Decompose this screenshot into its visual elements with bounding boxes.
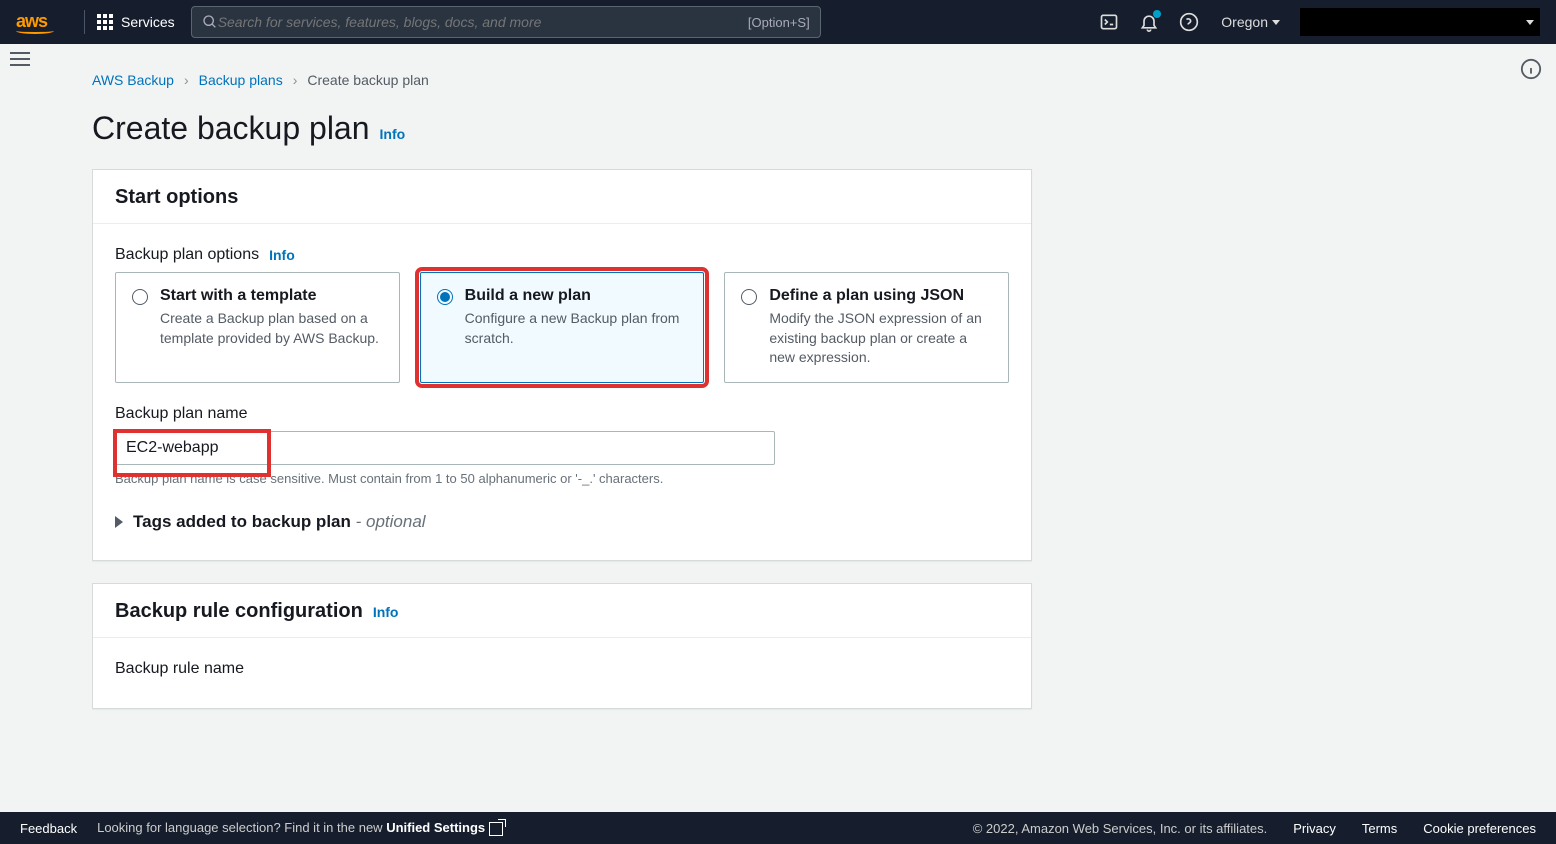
privacy-link[interactable]: Privacy <box>1293 821 1336 836</box>
triangle-right-icon <box>115 516 123 528</box>
option-title: Start with a template <box>160 287 383 305</box>
start-options-heading: Start options <box>115 186 1009 209</box>
breadcrumb-current: Create backup plan <box>307 72 428 88</box>
panel-header: Start options <box>93 170 1031 224</box>
grid-icon <box>97 14 113 30</box>
cloudshell-icon[interactable] <box>1099 12 1119 32</box>
search-box[interactable]: [Option+S] <box>191 6 821 38</box>
panel-header: Backup rule configuration Info <box>93 584 1031 638</box>
notification-dot <box>1153 10 1161 18</box>
breadcrumb-plans[interactable]: Backup plans <box>199 72 283 88</box>
external-link-icon <box>489 822 503 836</box>
page-title: Create backup plan Info <box>92 110 1496 147</box>
sidebar-toggle[interactable] <box>10 58 30 60</box>
option-desc: Modify the JSON expression of an existin… <box>769 309 992 368</box>
option-build-new[interactable]: Build a new plan Configure a new Backup … <box>420 272 705 383</box>
option-json[interactable]: Define a plan using JSON Modify the JSON… <box>724 272 1009 383</box>
option-template[interactable]: Start with a template Create a Backup pl… <box>115 272 400 383</box>
radio-icon <box>437 289 453 305</box>
help-icon[interactable] <box>1179 12 1199 32</box>
page-content: AWS Backup › Backup plans › Create backu… <box>92 72 1496 812</box>
terms-link[interactable]: Terms <box>1362 821 1397 836</box>
plan-name-label: Backup plan name <box>115 405 1009 423</box>
info-link[interactable]: Info <box>373 604 399 620</box>
info-link[interactable]: Info <box>269 247 295 263</box>
account-menu[interactable] <box>1300 8 1540 36</box>
chevron-down-icon <box>1526 20 1534 25</box>
rule-config-heading: Backup rule configuration <box>115 600 363 623</box>
footer: Feedback Looking for language selection?… <box>0 812 1556 844</box>
search-shortcut: [Option+S] <box>748 15 810 30</box>
backup-plan-options-label: Backup plan options <box>115 246 259 264</box>
breadcrumb-root[interactable]: AWS Backup <box>92 72 174 88</box>
services-label: Services <box>121 14 175 30</box>
nav-divider <box>84 10 85 34</box>
copyright: © 2022, Amazon Web Services, Inc. or its… <box>973 821 1268 836</box>
rule-config-panel: Backup rule configuration Info Backup ru… <box>92 583 1032 709</box>
search-icon <box>202 14 218 30</box>
chevron-right-icon: › <box>184 72 189 88</box>
plan-name-hint: Backup plan name is case sensitive. Must… <box>115 471 1009 486</box>
breadcrumb: AWS Backup › Backup plans › Create backu… <box>92 72 1496 88</box>
footer-lang-prompt: Looking for language selection? Find it … <box>97 820 503 836</box>
feedback-link[interactable]: Feedback <box>20 821 77 836</box>
tags-expander[interactable]: Tags added to backup plan - optional <box>115 512 1009 532</box>
search-input[interactable] <box>218 14 748 30</box>
option-desc: Create a Backup plan based on a template… <box>160 309 383 348</box>
hamburger-icon <box>10 58 30 60</box>
chevron-right-icon: › <box>293 72 298 88</box>
cookies-link[interactable]: Cookie preferences <box>1423 821 1536 836</box>
radio-icon <box>132 289 148 305</box>
plan-name-input[interactable] <box>115 431 775 465</box>
option-title: Define a plan using JSON <box>769 287 992 305</box>
notifications-icon[interactable] <box>1139 12 1159 32</box>
option-desc: Configure a new Backup plan from scratch… <box>465 309 688 348</box>
input-highlight <box>115 431 775 465</box>
info-link[interactable]: Info <box>380 126 406 142</box>
unified-settings-link[interactable]: Unified Settings <box>386 820 503 835</box>
top-nav: aws Services [Option+S] Oregon <box>0 0 1556 44</box>
region-selector[interactable]: Oregon <box>1221 14 1280 30</box>
chevron-down-icon <box>1272 20 1280 25</box>
rule-name-label: Backup rule name <box>115 660 1009 678</box>
option-title: Build a new plan <box>465 287 688 305</box>
start-options-panel: Start options Backup plan options Info S… <box>92 169 1032 561</box>
radio-icon <box>741 289 757 305</box>
aws-logo[interactable]: aws <box>16 11 54 34</box>
info-panel-toggle[interactable] <box>1520 58 1542 85</box>
services-button[interactable]: Services <box>97 14 175 30</box>
